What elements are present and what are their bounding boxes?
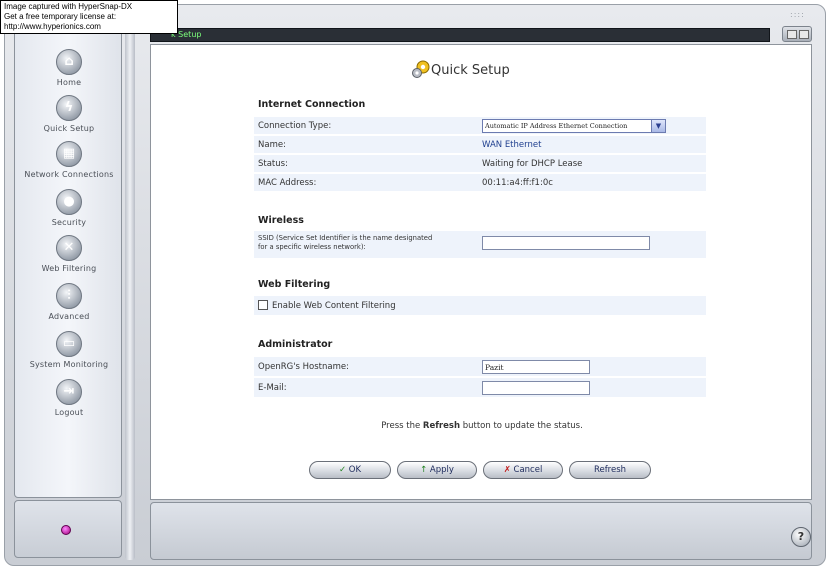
cancel-button[interactable]: ✗ Cancel — [483, 461, 563, 479]
row-enable-web-filtering: Enable Web Content Filtering — [254, 296, 706, 316]
main-content: Quick Setup Internet Connection Connecti… — [150, 44, 812, 500]
mac-address-value: 00:11:a4:ff:f1:0c — [482, 178, 553, 188]
maximize-button[interactable] — [799, 30, 809, 39]
apply-button-label: Apply — [429, 465, 454, 475]
status-light-icon — [61, 525, 71, 535]
corner-decoration: :::: — [790, 10, 805, 19]
row-status: Status: Waiting for DHCP Lease — [254, 155, 706, 173]
capture-note-line3: http://www.hyperionics.com — [4, 22, 101, 31]
row-name: Name: WAN Ethernet — [254, 136, 706, 154]
row-ssid: SSID (Service Set Identifier is the name… — [254, 231, 706, 259]
sidebar: ⌂ Home ϟ Quick Setup ▦ Network Connectio… — [14, 30, 122, 498]
name-label: Name: — [258, 140, 286, 150]
refresh-hint: Press the Refresh button to update the s… — [151, 421, 813, 431]
email-input[interactable] — [482, 381, 590, 395]
section-title-wireless: Wireless — [258, 215, 304, 226]
ssid-label-line2: for a specific wireless network): — [258, 243, 366, 251]
logout-icon: ⇥ — [56, 379, 82, 405]
row-hostname: OpenRG's Hostname: — [254, 357, 706, 377]
arrow-up-icon: ↑ — [420, 465, 428, 475]
enable-web-filtering-label: Enable Web Content Filtering — [272, 301, 396, 311]
hint-before: Press the — [381, 421, 421, 431]
content-footer: ? — [150, 502, 812, 560]
sidebar-item-web-filtering[interactable]: ✕ Web Filtering — [15, 235, 123, 273]
name-value-link[interactable]: WAN Ethernet — [482, 140, 541, 150]
sidebar-item-label: Quick Setup — [43, 124, 95, 133]
capture-watermark-note: Image captured with HyperSnap-DX Get a f… — [0, 0, 178, 34]
sidebar-item-label: Network Connections — [24, 170, 114, 179]
sidebar-item-label: Web Filtering — [41, 264, 97, 273]
ssid-input[interactable] — [482, 236, 650, 250]
capture-note-line2: Get a free temporary license at: — [4, 12, 117, 21]
status-value: Waiting for DHCP Lease — [482, 159, 583, 169]
status-label: Status: — [258, 159, 288, 169]
sidebar-rail — [125, 30, 135, 560]
row-email: E-Mail: — [254, 378, 706, 398]
lightning-icon: ϟ — [56, 95, 82, 121]
sidebar-item-label: Logout — [54, 408, 84, 417]
help-icon: ? — [797, 530, 805, 543]
sidebar-item-network-connections[interactable]: ▦ Network Connections — [15, 141, 123, 179]
sidebar-item-home[interactable]: ⌂ Home — [15, 49, 123, 87]
filter-icon: ✕ — [56, 235, 82, 261]
sidebar-item-label: System Monitoring — [29, 360, 109, 369]
enable-web-filtering-checkbox[interactable] — [258, 300, 268, 310]
cross-icon: ✗ — [503, 465, 511, 475]
sidebar-footer — [14, 500, 122, 558]
connection-type-label: Connection Type: — [258, 121, 332, 131]
capture-note-line1: Image captured with HyperSnap-DX — [4, 2, 133, 11]
sidebar-item-quick-setup[interactable]: ϟ Quick Setup — [15, 95, 123, 133]
network-icon: ▦ — [56, 141, 82, 167]
sidebar-item-security[interactable]: ● Security — [15, 189, 123, 227]
email-label: E-Mail: — [258, 383, 287, 393]
sidebar-item-label: Security — [51, 218, 87, 227]
help-button[interactable]: ? — [791, 527, 811, 547]
sidebar-item-logout[interactable]: ⇥ Logout — [15, 379, 123, 417]
connection-type-select[interactable]: Automatic IP Address Ethernet Connection… — [482, 119, 666, 133]
section-title-administrator: Administrator — [258, 339, 333, 350]
ssid-label-line1: SSID (Service Set Identifier is the name… — [258, 234, 433, 242]
row-connection-type: Connection Type: Automatic IP Address Et… — [254, 117, 706, 135]
sidebar-item-label: Home — [56, 78, 82, 87]
advanced-icon: ⫶ — [56, 283, 82, 309]
chevron-down-icon: ▼ — [651, 120, 665, 132]
gear-icon — [412, 60, 430, 78]
row-mac-address: MAC Address: 00:11:a4:ff:f1:0c — [254, 174, 706, 192]
window-titlebar: k Setup — [150, 28, 770, 42]
sidebar-item-label: Advanced — [48, 312, 90, 321]
ok-button-label: OK — [348, 465, 362, 475]
hint-bold: Refresh — [422, 421, 460, 431]
hint-after: button to update the status. — [462, 421, 583, 431]
home-icon: ⌂ — [56, 49, 82, 75]
sidebar-item-advanced[interactable]: ⫶ Advanced — [15, 283, 123, 321]
section-title-internet: Internet Connection — [258, 99, 366, 110]
connection-type-value: Automatic IP Address Ethernet Connection — [485, 122, 628, 130]
cancel-button-label: Cancel — [513, 465, 543, 475]
window-controls — [782, 26, 812, 42]
minimize-button[interactable] — [787, 30, 797, 39]
ok-button[interactable]: ✓ OK — [309, 461, 391, 479]
lock-icon: ● — [56, 189, 82, 215]
sidebar-item-system-monitoring[interactable]: ▭ System Monitoring — [15, 331, 123, 369]
refresh-button[interactable]: Refresh — [569, 461, 651, 479]
monitor-icon: ▭ — [56, 331, 82, 357]
page-title: Quick Setup — [431, 63, 510, 78]
ssid-label: SSID (Service Set Identifier is the name… — [258, 234, 432, 252]
refresh-button-label: Refresh — [593, 465, 627, 475]
check-icon: ✓ — [338, 465, 347, 475]
mac-address-label: MAC Address: — [258, 178, 317, 188]
hostname-label: OpenRG's Hostname: — [258, 362, 349, 372]
hostname-input[interactable] — [482, 360, 590, 374]
section-title-web-filtering: Web Filtering — [258, 279, 331, 290]
apply-button[interactable]: ↑ Apply — [397, 461, 477, 479]
